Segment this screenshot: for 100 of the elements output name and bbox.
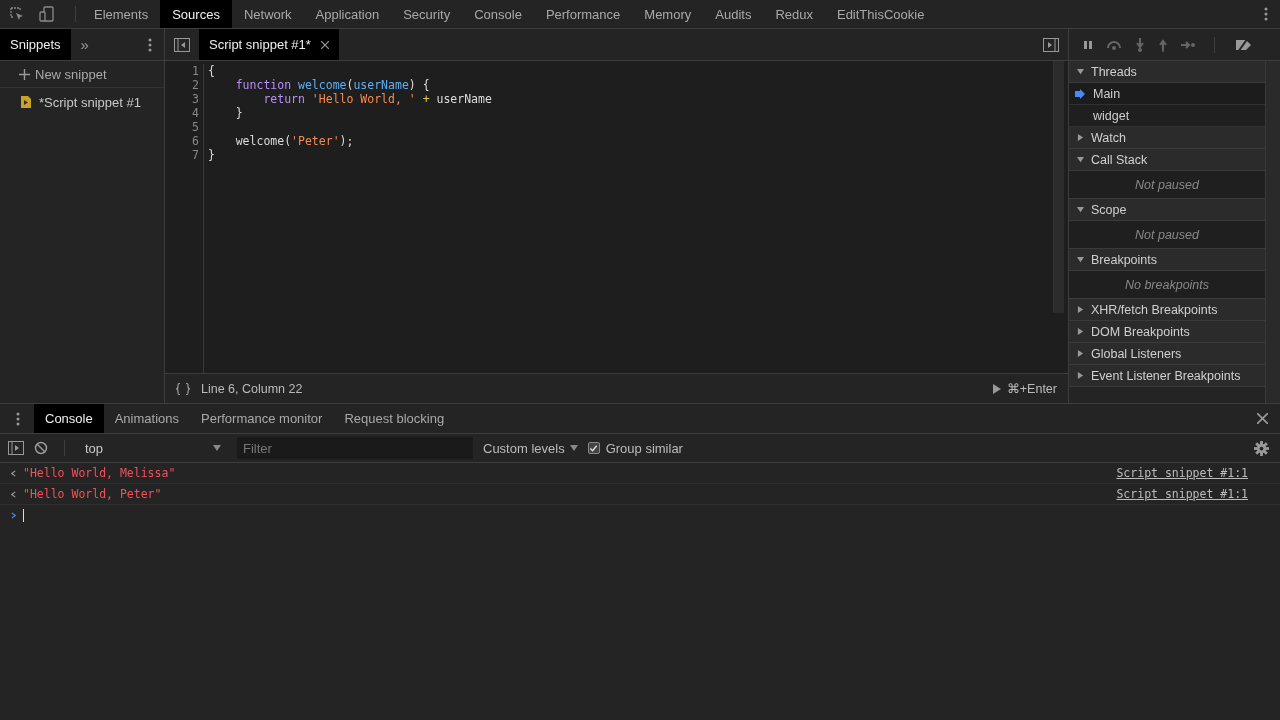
new-snippet-button[interactable]: New snippet bbox=[0, 61, 164, 88]
section-header[interactable]: Call Stack bbox=[1069, 149, 1265, 171]
file-icon bbox=[21, 96, 31, 108]
text-cursor[interactable] bbox=[23, 508, 24, 522]
scrollbar[interactable] bbox=[1265, 61, 1280, 403]
panel-tab[interactable]: EditThisCookie bbox=[824, 0, 937, 28]
clear-console-icon[interactable] bbox=[34, 441, 48, 455]
line-number: 1 bbox=[191, 64, 199, 78]
code-line: { bbox=[208, 64, 215, 78]
run-snippet-button[interactable]: ⌘+Enter bbox=[992, 381, 1068, 396]
section-header[interactable]: DOM Breakpoints bbox=[1069, 321, 1265, 343]
panel-tab[interactable]: Memory bbox=[632, 0, 704, 28]
more-menu-icon[interactable] bbox=[148, 37, 152, 52]
console-output: "Hello World, Melissa" bbox=[23, 466, 176, 480]
panel-tab[interactable]: Sources bbox=[160, 0, 232, 28]
section-header[interactable]: Breakpoints bbox=[1069, 249, 1265, 271]
close-icon[interactable] bbox=[320, 40, 329, 49]
scrollbar[interactable] bbox=[1053, 61, 1064, 313]
dropdown-caret-icon bbox=[213, 445, 221, 451]
braces-icon bbox=[175, 382, 191, 395]
code-line: } bbox=[208, 148, 215, 162]
thread-name: widget bbox=[1093, 108, 1130, 123]
line-number: 7 bbox=[191, 148, 199, 162]
step-into-icon[interactable] bbox=[1135, 37, 1145, 52]
collapsed-triangle-icon bbox=[1077, 350, 1084, 357]
checkbox[interactable] bbox=[587, 442, 600, 454]
sidebar-toggle-icon[interactable] bbox=[1043, 37, 1059, 52]
checkbox-label: Group similar bbox=[605, 440, 683, 456]
sidebar-toggle-icon[interactable] bbox=[8, 441, 24, 455]
line-number: 2 bbox=[191, 78, 199, 92]
panel-tab[interactable]: Network bbox=[231, 0, 304, 28]
collapsed-triangle-icon bbox=[1077, 134, 1084, 141]
source-link[interactable]: Script snippet #1:1 bbox=[1116, 466, 1248, 480]
line-number: 3 bbox=[191, 92, 199, 106]
settings-icon[interactable] bbox=[1254, 440, 1269, 456]
deactivate-breakpoints-icon[interactable] bbox=[1234, 37, 1254, 52]
section-title: Event Listener Breakpoints bbox=[1091, 368, 1241, 383]
drawer-tab[interactable]: Animations bbox=[103, 404, 190, 433]
console-output: "Hello World, Peter" bbox=[23, 487, 162, 501]
panel-tab[interactable]: Security bbox=[391, 0, 463, 28]
code-line: return 'Hello World, ' + userName bbox=[262, 92, 492, 106]
tab-title: Script snippet #1* bbox=[209, 37, 311, 52]
panel-tab[interactable]: Elements bbox=[82, 0, 161, 28]
line-number: 6 bbox=[191, 134, 199, 148]
plus-icon bbox=[19, 68, 30, 80]
section-title: DOM Breakpoints bbox=[1091, 324, 1190, 339]
empty-message: Not paused bbox=[1135, 227, 1199, 242]
section-header[interactable]: Global Listeners bbox=[1069, 343, 1265, 365]
filter-field[interactable]: Filter bbox=[237, 437, 473, 459]
step-out-icon[interactable] bbox=[1158, 37, 1168, 52]
empty-message: Not paused bbox=[1135, 177, 1199, 192]
line-number: 4 bbox=[191, 106, 199, 120]
panel-tab[interactable]: Console bbox=[462, 0, 534, 28]
panel-tab[interactable]: Audits bbox=[703, 0, 764, 28]
snippet-file-item[interactable]: *Script snippet #1 bbox=[0, 88, 164, 116]
play-icon bbox=[992, 383, 1001, 394]
pause-icon[interactable] bbox=[1083, 39, 1093, 50]
collapsed-triangle-icon bbox=[1077, 306, 1084, 313]
panel-tab[interactable]: Performance bbox=[533, 0, 633, 28]
section-title: Scope bbox=[1091, 202, 1127, 217]
thread-name: Main bbox=[1093, 86, 1121, 101]
context-select[interactable]: top bbox=[81, 440, 227, 456]
code-line: } bbox=[234, 106, 243, 120]
thread-item[interactable]: widget bbox=[1069, 105, 1265, 127]
section-header[interactable]: Event Listener Breakpoints bbox=[1069, 365, 1265, 387]
panel-tab[interactable]: Redux bbox=[763, 0, 825, 28]
section-title: Threads bbox=[1091, 64, 1137, 79]
levels-dropdown[interactable]: Custom levels bbox=[483, 440, 578, 456]
expanded-triangle-icon bbox=[1077, 256, 1084, 263]
expanded-triangle-icon bbox=[1077, 156, 1084, 163]
prompt-icon bbox=[10, 511, 17, 519]
inspect-icon[interactable] bbox=[9, 6, 25, 22]
expanded-triangle-icon bbox=[1077, 206, 1084, 213]
thread-item[interactable]: Main bbox=[1069, 83, 1265, 105]
context-value: top bbox=[85, 440, 104, 456]
close-icon[interactable] bbox=[1257, 413, 1268, 424]
cursor-position: Line 6, Column 22 bbox=[201, 381, 303, 396]
section-header[interactable]: Watch bbox=[1069, 127, 1265, 149]
more-menu-icon[interactable] bbox=[1264, 7, 1268, 21]
device-icon[interactable] bbox=[39, 6, 55, 22]
empty-message: No breakpoints bbox=[1124, 277, 1210, 292]
section-title: XHR/fetch Breakpoints bbox=[1091, 302, 1218, 317]
panel-tab[interactable]: Application bbox=[303, 0, 392, 28]
more-tabs-button[interactable]: » bbox=[70, 36, 99, 53]
drawer-tab[interactable]: Request blocking bbox=[333, 404, 456, 433]
drawer-tab[interactable]: Console bbox=[34, 404, 104, 433]
collapsed-triangle-icon bbox=[1077, 372, 1084, 379]
line-number: 5 bbox=[191, 120, 199, 134]
step-over-icon[interactable] bbox=[1106, 39, 1122, 50]
section-header[interactable]: Threads bbox=[1069, 61, 1265, 83]
source-link[interactable]: Script snippet #1:1 bbox=[1116, 487, 1248, 501]
section-header[interactable]: Scope bbox=[1069, 199, 1265, 221]
editor-tab[interactable]: Script snippet #1* bbox=[199, 29, 339, 60]
step-icon[interactable] bbox=[1181, 39, 1195, 50]
section-header[interactable]: XHR/fetch Breakpoints bbox=[1069, 299, 1265, 321]
drawer-menu-icon[interactable] bbox=[16, 411, 20, 426]
sidebar-toggle-icon[interactable] bbox=[174, 37, 190, 52]
drawer-tab[interactable]: Performance monitor bbox=[190, 404, 334, 433]
navigator-tab[interactable]: Snippets bbox=[0, 29, 71, 60]
section-title: Call Stack bbox=[1091, 152, 1148, 167]
